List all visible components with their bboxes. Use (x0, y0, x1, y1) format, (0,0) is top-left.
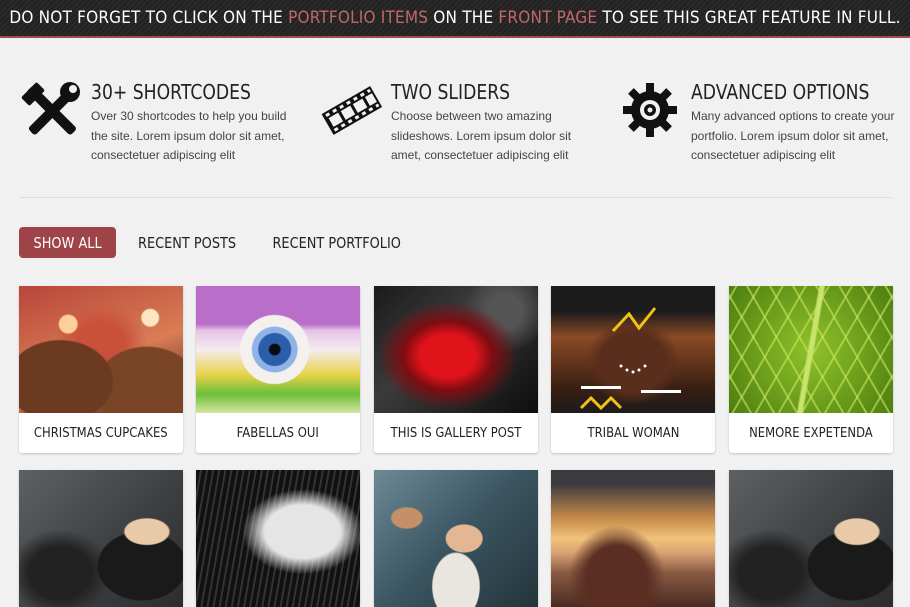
portfolio-item[interactable] (374, 470, 538, 607)
feature-title: TWO SLIDERS (391, 80, 511, 104)
feature-shortcodes: 30+ SHORTCODES Over 30 shortcodes to hel… (20, 80, 300, 170)
portfolio-thumbnail[interactable] (19, 286, 183, 413)
portfolio-thumbnail[interactable] (729, 286, 893, 413)
portfolio-thumbnail[interactable] (729, 470, 893, 607)
filter-recent-portfolio[interactable]: RECENT PORTFOLIO (253, 227, 420, 258)
portfolio-item-title[interactable]: TRIBAL WOMAN (551, 413, 715, 453)
portfolio-item-gallery-post[interactable]: THIS IS GALLERY POST (374, 286, 538, 453)
promo-banner: DO NOT FORGET TO CLICK ON THE PORTFOLIO … (0, 0, 910, 38)
portfolio-thumbnail[interactable] (551, 470, 715, 607)
portfolio-item[interactable] (729, 470, 893, 607)
portfolio-item[interactable] (551, 470, 715, 607)
banner-text-3: TO SEE THIS GREAT FEATURE IN FULL. (602, 8, 901, 28)
feature-advanced-options: ADVANCED OPTIONS Many advanced options t… (620, 80, 900, 170)
banner-text-1: DO NOT FORGET TO CLICK ON THE (9, 8, 283, 28)
feature-description: Over 30 shortcodes to help you build the… (91, 109, 287, 162)
feature-sliders: TWO SLIDERS Choose between two amazing s… (320, 80, 600, 170)
tools-icon (20, 82, 82, 140)
portfolio-item-title[interactable]: FABELLAS OUI (196, 413, 360, 453)
portfolio-item-tribal-woman[interactable]: TRIBAL WOMAN (551, 286, 715, 453)
portfolio-item[interactable] (19, 470, 183, 607)
portfolio-thumbnail[interactable] (19, 470, 183, 607)
portfolio-item-title[interactable]: NEMORE EXPETENDA (729, 413, 893, 453)
feature-description: Many advanced options to create your por… (691, 109, 895, 162)
portfolio-filter-bar: SHOW ALL RECENT POSTS RECENT PORTFOLIO (19, 227, 421, 258)
portfolio-item-title[interactable]: THIS IS GALLERY POST (374, 413, 538, 453)
feature-description: Choose between two amazing slideshows. L… (391, 109, 572, 162)
feature-title: ADVANCED OPTIONS (691, 80, 870, 104)
banner-link-portfolio-items[interactable]: PORTFOLIO ITEMS (288, 8, 428, 28)
portfolio-item-title[interactable]: CHRISTMAS CUPCAKES (19, 413, 183, 453)
portfolio-thumbnail[interactable] (196, 286, 360, 413)
feature-title: 30+ SHORTCODES (91, 80, 251, 104)
section-divider (20, 197, 892, 198)
portfolio-item[interactable] (196, 470, 360, 607)
portfolio-item-fabellas-oui[interactable]: FABELLAS OUI (196, 286, 360, 453)
portfolio-item-christmas-cupcakes[interactable]: CHRISTMAS CUPCAKES (19, 286, 183, 453)
portfolio-thumbnail[interactable] (374, 470, 538, 607)
gear-icon (620, 82, 682, 140)
portfolio-thumbnail[interactable] (374, 286, 538, 413)
banner-text-2: ON THE (433, 8, 494, 28)
portfolio-thumbnail[interactable] (196, 470, 360, 607)
filter-recent-posts[interactable]: RECENT POSTS (121, 227, 253, 258)
portfolio-item-nemore-expetenda[interactable]: NEMORE EXPETENDA (729, 286, 893, 453)
filter-show-all[interactable]: SHOW ALL (19, 227, 117, 258)
portfolio-thumbnail[interactable] (551, 286, 715, 413)
banner-link-front-page[interactable]: FRONT PAGE (498, 8, 597, 28)
film-strip-icon (320, 82, 383, 140)
